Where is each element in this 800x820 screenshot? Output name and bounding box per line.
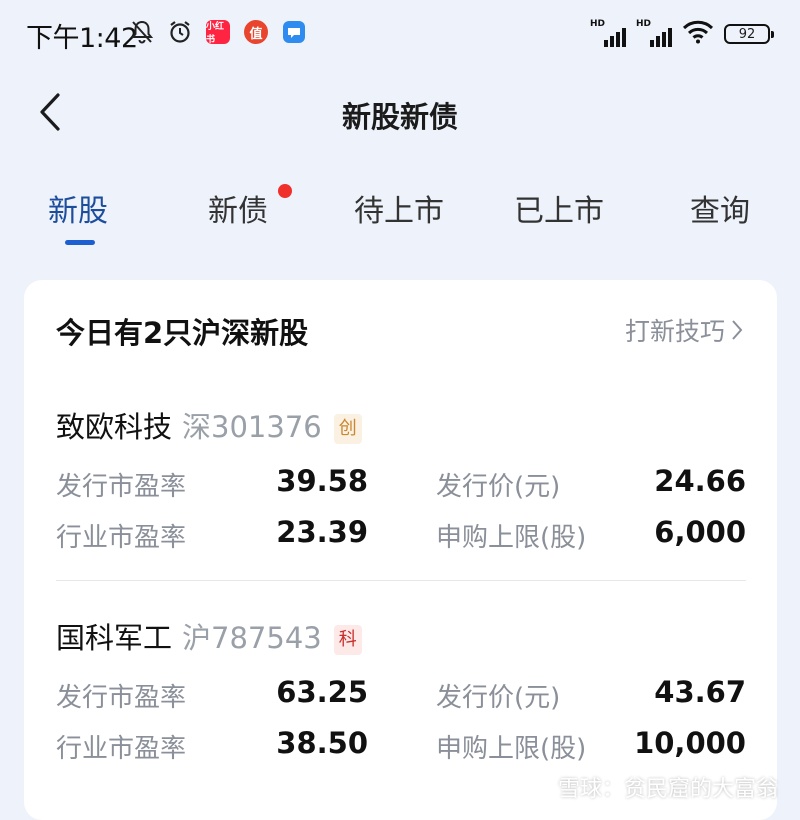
stock-code: 深301376 (182, 410, 322, 444)
issue-price-label: 发行价(元) (436, 683, 561, 713)
industry-pe-value: 23.39 (276, 515, 368, 549)
battery-level: 92 (738, 26, 756, 42)
industry-pe-label: 行业市盈率 (56, 734, 187, 764)
new-bonds-notification-dot (278, 184, 292, 198)
issue-pe-label: 发行市盈率 (56, 472, 187, 502)
message-app-icon (280, 18, 308, 46)
issue-price-label: 发行价(元) (436, 472, 561, 502)
issue-pe-value: 63.25 (276, 675, 368, 709)
stock-code: 沪787543 (182, 621, 322, 655)
zhide-app-icon: 值 (242, 18, 270, 46)
stock-name: 致欧科技 (56, 410, 173, 444)
wifi-icon (682, 20, 714, 48)
signal-icon: HD (636, 19, 672, 47)
issue-pe-value: 39.58 (276, 464, 368, 498)
tab-bar: 新股 新债 待上市 已上市 查询 (0, 184, 800, 256)
tab-new-bonds[interactable]: 新债 (208, 186, 268, 230)
stock-item[interactable]: 致欧科技 深301376 创 发行市盈率 39.58 发行价(元) 24.66 行业… (56, 404, 746, 554)
active-tab-indicator (65, 240, 95, 245)
signal-icon: HD (590, 19, 626, 47)
industry-pe-value: 38.50 (276, 726, 368, 760)
ipo-tips-link[interactable]: 打新技巧 (625, 312, 743, 348)
tab-upcoming-listing[interactable]: 待上市 (354, 186, 444, 230)
battery-icon: 92 (724, 24, 774, 44)
issue-price-value: 43.67 (654, 675, 746, 709)
watermark: 雪球：贫民窟的大富翁 (557, 777, 778, 802)
new-stocks-card: 今日有2只沪深新股 打新技巧 致欧科技 深301376 创 发行市盈率 39.58 … (24, 280, 777, 820)
subscription-limit-label: 申购上限(股) (436, 523, 587, 553)
card-title: 今日有2只沪深新股 (56, 316, 309, 350)
header: 新股新债 (0, 80, 800, 144)
tab-new-stocks[interactable]: 新股 (48, 186, 108, 230)
alarm-icon (166, 18, 194, 46)
issue-price-value: 24.66 (654, 464, 746, 498)
stock-name: 国科军工 (56, 621, 173, 655)
issue-pe-label: 发行市盈率 (56, 683, 187, 713)
stock-item[interactable]: 国科军工 沪787543 科 发行市盈率 63.25 发行价(元) 43.67 行业… (56, 615, 746, 765)
status-left-icons: 小红书 值 (128, 18, 308, 46)
divider (56, 580, 746, 581)
status-time: 下午1:42 (26, 23, 138, 54)
industry-pe-label: 行业市盈率 (56, 523, 187, 553)
chevron-right-icon (732, 320, 743, 340)
status-right-icons: HD HD 92 (590, 19, 774, 48)
tab-query[interactable]: 查询 (690, 186, 750, 230)
xiaohongshu-app-icon: 小红书 (204, 18, 232, 46)
board-tag: 科 (333, 625, 362, 655)
status-bar: 下午1:42 小红书 值 HD HD 92 (0, 0, 800, 68)
page-title: 新股新债 (341, 100, 458, 134)
subscription-limit-value: 6,000 (654, 515, 746, 549)
tab-listed[interactable]: 已上市 (514, 186, 604, 230)
bell-off-icon (128, 18, 156, 46)
ipo-tips-label: 打新技巧 (624, 317, 725, 346)
subscription-limit-value: 10,000 (634, 726, 746, 760)
board-tag: 创 (333, 414, 362, 444)
subscription-limit-label: 申购上限(股) (436, 734, 587, 764)
